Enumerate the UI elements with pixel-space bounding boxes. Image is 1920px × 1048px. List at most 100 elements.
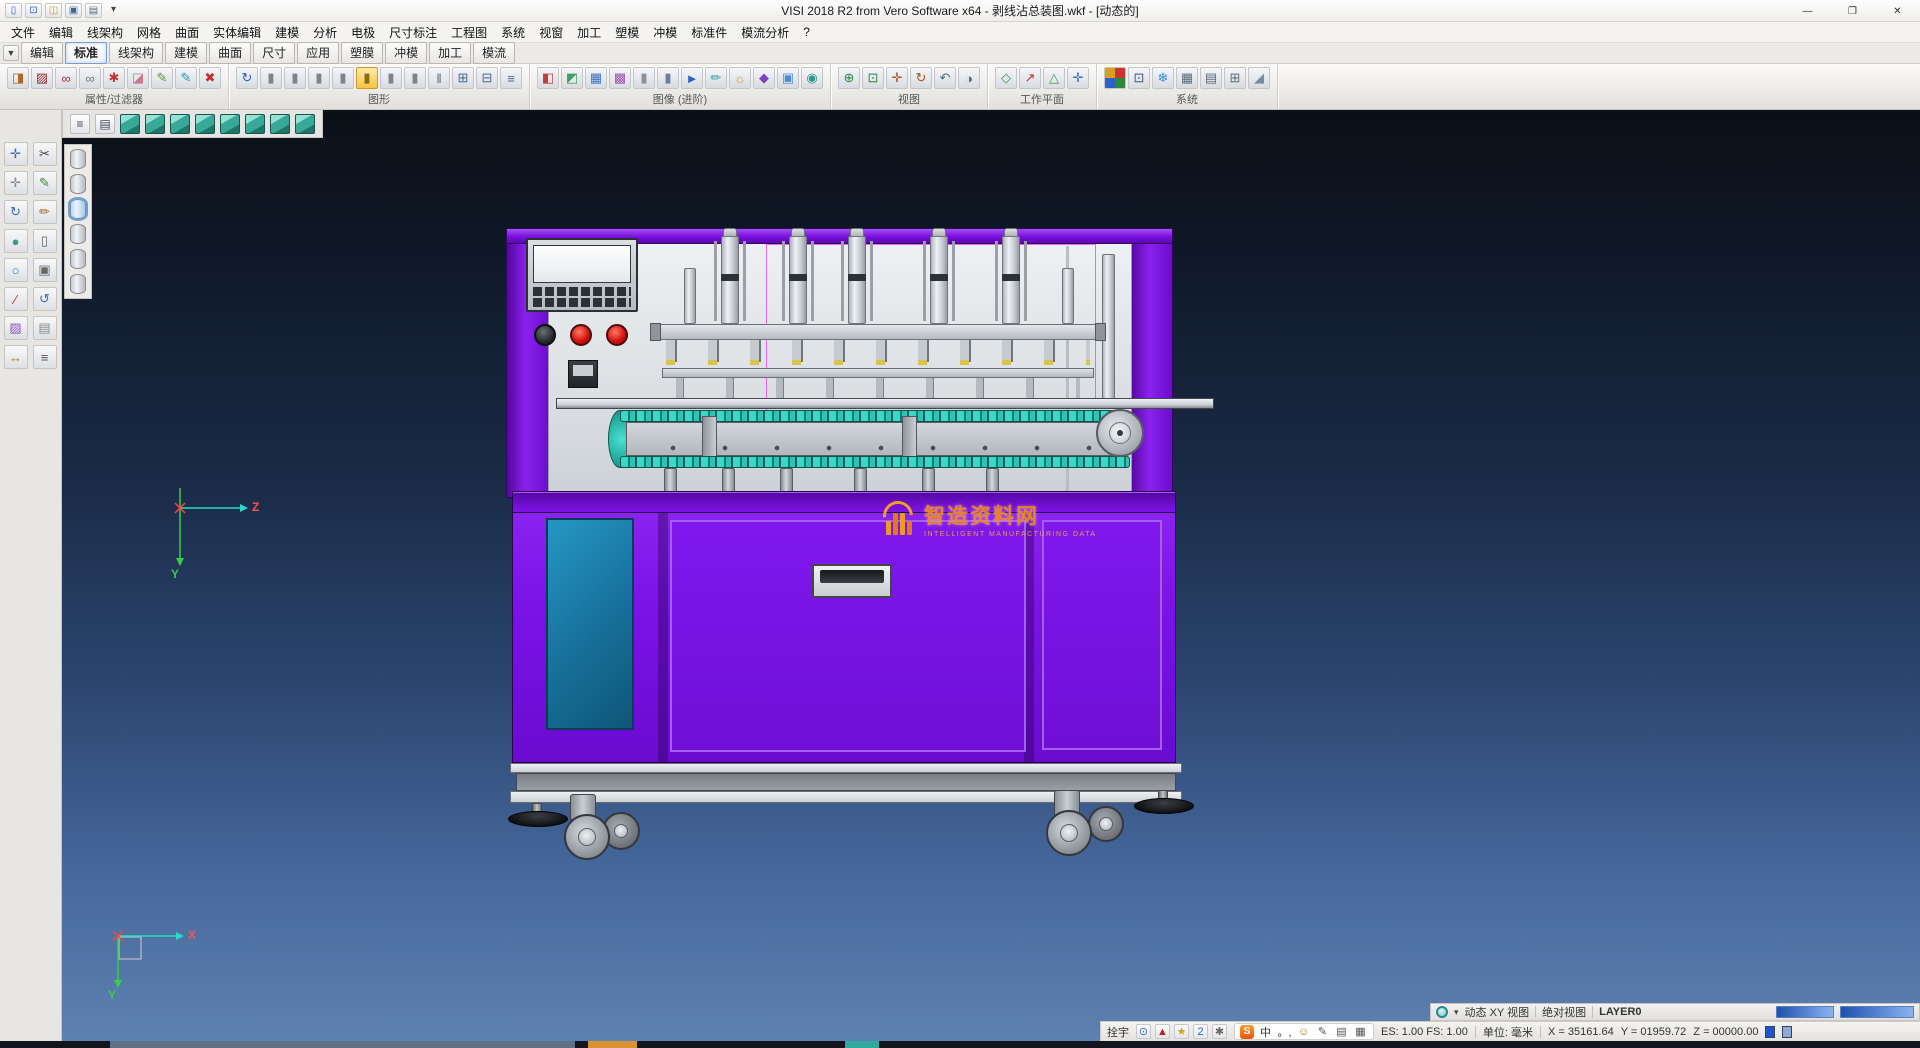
iso-view-nw-icon[interactable] [145, 114, 165, 134]
snowflake-icon[interactable]: ❄ [1152, 67, 1174, 89]
zoom-previous-icon[interactable]: ↶ [934, 67, 956, 89]
top-view-icon[interactable] [220, 114, 240, 134]
filter-all-icon[interactable] [70, 274, 86, 294]
iso-view-sw-icon[interactable] [195, 114, 215, 134]
menu-item-?[interactable]: ? [796, 23, 817, 41]
tab-dropdown-caret-icon[interactable]: ▼ [3, 45, 19, 61]
tools-icon[interactable]: ✱ [1212, 1024, 1227, 1039]
menu-item-建模[interactable]: 建模 [268, 22, 306, 43]
tab-曲面[interactable]: 曲面 [209, 42, 251, 64]
ime-emoji-icon[interactable]: ☺ [1296, 1026, 1311, 1038]
tab-建模[interactable]: 建模 [165, 42, 207, 64]
menu-item-视窗[interactable]: 视窗 [532, 22, 570, 43]
close-button[interactable]: ✕ [1875, 0, 1920, 22]
menu-item-分析[interactable]: 分析 [306, 22, 344, 43]
view-list-icon[interactable]: ≡ [70, 114, 90, 134]
print-icon[interactable]: ▤ [85, 3, 102, 18]
menu-item-实体编辑[interactable]: 实体编辑 [206, 22, 268, 43]
measure-icon[interactable]: ↔ [4, 345, 28, 369]
sogou-logo-icon[interactable]: S [1240, 1025, 1254, 1039]
taskbar-app-orange[interactable] [588, 1041, 637, 1048]
filter-surface-icon[interactable] [70, 174, 86, 194]
ime-punct-icon[interactable]: 。, [1277, 1024, 1292, 1040]
back-view-icon[interactable] [295, 114, 315, 134]
qat-caret-icon[interactable]: ▾ [105, 3, 122, 18]
ime-toolbox-icon[interactable]: ▦ [1353, 1025, 1368, 1038]
pencil-green-icon[interactable]: ✎ [151, 67, 173, 89]
sphere-icon[interactable]: ● [4, 229, 28, 253]
iso-view-se-icon[interactable] [170, 114, 190, 134]
layer-stack-icon[interactable]: ≡ [33, 345, 57, 369]
view-panel-icon[interactable]: ▤ [95, 114, 115, 134]
menu-item-尺寸标注[interactable]: 尺寸标注 [382, 22, 444, 43]
tab-标准[interactable]: 标准 [65, 42, 107, 64]
rotate-view-icon[interactable]: ↻ [910, 67, 932, 89]
eraser-icon[interactable]: ◪ [127, 67, 149, 89]
machine-model-3d[interactable] [506, 228, 1218, 873]
gem-icon[interactable]: ◆ [753, 67, 775, 89]
tab-尺寸[interactable]: 尺寸 [253, 42, 295, 64]
texture-icon[interactable]: ▩ [609, 67, 631, 89]
abacus-icon[interactable]: ≡ [500, 67, 522, 89]
ime-keyboard-icon[interactable]: ▤ [1334, 1025, 1349, 1038]
minimize-button[interactable]: — [1785, 0, 1830, 22]
flag-red-icon[interactable]: ▲ [1155, 1024, 1170, 1039]
bulb-icon[interactable]: ☼ [729, 67, 751, 89]
workplane-axis-icon[interactable]: ↗ [1019, 67, 1041, 89]
globe-icon[interactable]: ◉ [801, 67, 823, 89]
menu-item-加工[interactable]: 加工 [570, 22, 608, 43]
menu-item-文件[interactable]: 文件 [4, 22, 42, 43]
render-wire-icon[interactable]: ◩ [561, 67, 583, 89]
display-mode-5-icon[interactable]: ▮ [380, 67, 402, 89]
front-view-icon[interactable] [245, 114, 265, 134]
menu-item-冲模[interactable]: 冲模 [646, 22, 684, 43]
select-icon[interactable]: ✛ [4, 142, 28, 166]
pan-icon[interactable]: ✛ [886, 67, 908, 89]
clipboard-icon[interactable]: ▤ [33, 316, 57, 340]
slope-icon[interactable]: ◢ [1248, 67, 1270, 89]
monitor-icon[interactable]: ⊡ [1128, 67, 1150, 89]
new-document-icon[interactable]: ▯ [5, 3, 22, 18]
filter-point-icon[interactable] [70, 249, 86, 269]
filter-solid-icon[interactable] [70, 149, 86, 169]
side-view-icon[interactable] [270, 114, 290, 134]
zoom-window-icon[interactable]: ⊡ [862, 67, 884, 89]
viewport-3d[interactable]: 智造资料网 INTELLIGENT MANUFACTURING DATA Z Y [62, 110, 1920, 1041]
pin-icon[interactable]: ⊙ [1136, 1024, 1151, 1039]
tab-编辑[interactable]: 编辑 [21, 42, 63, 64]
trim-icon[interactable]: ∕ [4, 287, 28, 311]
cut-icon[interactable]: ✂ [33, 142, 57, 166]
color-palette-icon[interactable] [1104, 67, 1126, 89]
restore-button[interactable]: ❐ [1830, 0, 1875, 22]
filter-wire-icon[interactable] [70, 224, 86, 244]
sheet-icon[interactable]: ▯ [33, 229, 57, 253]
flag-icon[interactable]: ► [681, 67, 703, 89]
unlink-icon[interactable]: ∞ [79, 67, 101, 89]
view-mode-caret-icon[interactable]: ▾ [1454, 1007, 1459, 1018]
display-mode-1-icon[interactable]: ▮ [260, 67, 282, 89]
pencil-cyan-icon[interactable]: ✎ [175, 67, 197, 89]
attribute-brush-icon[interactable]: ▨ [31, 67, 53, 89]
snap-grid-icon[interactable]: ✛ [4, 171, 28, 195]
rotate-icon[interactable]: ↻ [4, 200, 28, 224]
table-icon[interactable]: ▤ [1200, 67, 1222, 89]
orbit-icon[interactable] [1436, 1006, 1448, 1018]
menu-item-编辑[interactable]: 编辑 [42, 22, 80, 43]
menu-item-模流分析[interactable]: 模流分析 [734, 22, 796, 43]
menu-item-标准件[interactable]: 标准件 [684, 22, 734, 43]
display-mode-active-icon[interactable]: ▮ [356, 67, 378, 89]
layer-color-bar[interactable] [1776, 1006, 1834, 1018]
tab-加工[interactable]: 加工 [429, 42, 471, 64]
active-layer-label[interactable]: LAYER0 [1599, 1006, 1641, 1018]
delete-mark-icon[interactable]: ✖ [199, 67, 221, 89]
tab-线架构[interactable]: 线架构 [109, 42, 163, 64]
display-mode-6-icon[interactable]: ▮ [404, 67, 426, 89]
tab-应用[interactable]: 应用 [297, 42, 339, 64]
display-mode-3-icon[interactable]: ▮ [308, 67, 330, 89]
layers-icon[interactable]: ▣ [777, 67, 799, 89]
taskbar-window-preview[interactable] [110, 1041, 575, 1048]
taskbar-app-teal[interactable] [845, 1041, 879, 1048]
filter-body-icon[interactable] [70, 199, 86, 219]
menu-item-线架构[interactable]: 线架构 [80, 22, 130, 43]
tab-塑膜[interactable]: 塑膜 [341, 42, 383, 64]
